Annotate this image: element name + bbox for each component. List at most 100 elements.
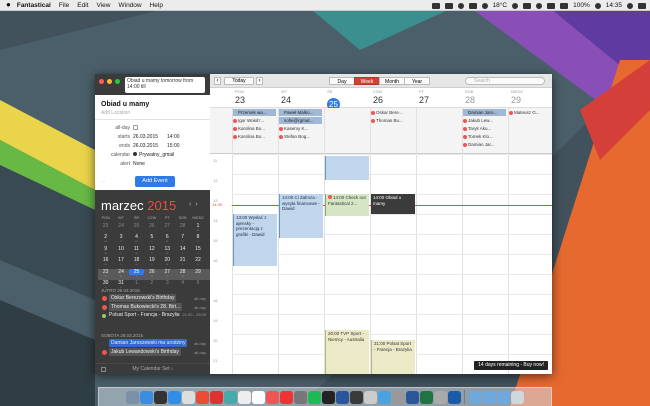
day-cell[interactable]: 17 • [113,257,128,268]
wifi-icon[interactable] [536,2,543,9]
day-cell[interactable]: 14 • [175,246,190,257]
popover-options-icon[interactable]: ⋯ [101,179,113,184]
calendar-event[interactable]: 20:00 TVP Sport - Niemcy - Australia [325,330,369,374]
calendar-event[interactable]: 14:00 Check out Fantastical 2... [325,194,369,216]
prev-month-button[interactable]: ‹ [189,201,191,208]
day-cell[interactable]: 6 •• [160,234,175,245]
fantastical-icon[interactable] [266,390,279,404]
calendar-event[interactable]: 21:00 Polsat Sport - Francja - Brazylia [371,340,415,374]
day-cell[interactable]: 22 • [190,257,205,268]
pocket-icon[interactable] [280,390,293,404]
day-cell[interactable]: 27 • [160,269,175,280]
day-cell[interactable]: 11 •• [129,246,144,257]
menu-app-name[interactable]: Fantastical [17,2,51,9]
spotify-icon[interactable] [308,390,321,404]
day-cell[interactable]: 23 [98,223,113,234]
1password-icon[interactable] [448,390,461,404]
calendar-select[interactable]: Prywatny_gmail [133,151,174,159]
toolbar-prev-button[interactable]: ‹ [214,77,221,85]
starts-date-field[interactable]: 26.03.2015 [133,133,158,141]
day-cell-today[interactable]: 25 • [128,268,145,280]
view-day-tab[interactable]: Day [329,77,355,85]
add-event-button[interactable]: Add Event [135,176,175,187]
day-cell[interactable]: 16 •• [98,257,113,268]
menu-file[interactable]: File [59,2,69,9]
calendar-event[interactable] [325,156,369,180]
dropbox-icon[interactable] [431,2,440,9]
day-cell[interactable]: 29 • [190,269,205,280]
utility-icon[interactable] [434,390,447,404]
view-week-tab[interactable]: Week [354,77,380,85]
day-cell[interactable]: 20 •• [160,257,175,268]
day-cell[interactable]: 13 •• [160,246,175,257]
day-cell[interactable]: 25 [129,223,144,234]
day-cell[interactable]: 19 • [144,257,159,268]
settings-icon[interactable] [101,367,106,372]
next-month-button[interactable]: › [195,201,197,208]
day-cell[interactable]: 10 • [113,246,128,257]
calendar-event[interactable]: 13:00 Wysłać z ajensky - prezentacją z g… [233,214,277,266]
system-preferences-icon[interactable] [392,390,405,404]
sync-icon[interactable] [457,2,464,9]
day-cell[interactable]: 9 •• [98,246,113,257]
terminal-icon[interactable] [322,390,335,404]
all-day-event[interactable]: Damian Jaro... [462,109,506,116]
day-cell[interactable]: 2 •• [98,234,113,245]
clock[interactable]: 14:35 [606,2,622,9]
slack-icon[interactable] [210,390,223,404]
starts-time-field[interactable]: 14:00 [167,133,180,141]
day-header-today[interactable]: ŚR 25 [324,89,368,111]
view-year-tab[interactable]: Year [404,77,430,85]
calendar-event[interactable]: 14:00 Ci Zalmza - wysyła finansowe - Daw… [279,194,323,238]
all-day-event[interactable]: Karolina Bo... [232,133,276,140]
day-cell[interactable]: 3 • [113,234,128,245]
all-day-event[interactable]: Jakub Lew... [462,117,506,124]
all-day-event[interactable]: Stefan Bog... [278,133,322,140]
launchpad-icon[interactable] [154,390,167,404]
day-cell[interactable]: 23 •• [98,269,113,280]
zoom-button[interactable] [115,79,120,84]
downloads-stack-icon[interactable] [469,390,482,404]
all-day-event[interactable]: sofie@rgmat... [278,117,322,124]
day-header[interactable]: SOB 28 [462,89,506,108]
ends-date-field[interactable]: 26.03.2015 [133,142,158,150]
day-cell[interactable]: 28 [175,223,190,234]
alert-select[interactable]: None [133,160,145,168]
day-cell[interactable]: 1 •• [190,223,205,234]
app-store-icon[interactable] [140,390,153,404]
day-cell[interactable]: 24 •• [113,269,128,280]
day-header[interactable]: NIEDZ 29 [508,89,552,108]
menu-window[interactable]: Window [118,2,141,9]
agenda-item[interactable]: Jakub Lewandowski's Birthday all-day [95,348,210,357]
view-month-tab[interactable]: Month [379,77,405,85]
spotlight-icon[interactable] [627,2,633,9]
day-cell[interactable]: 26 [144,223,159,234]
agenda-item[interactable]: Oskar Berezowski's Birthday all-day [95,294,210,303]
day-cell[interactable]: 27 [160,223,175,234]
calendar-app-icon[interactable] [252,390,265,404]
trash-icon[interactable] [511,390,524,404]
battery-percent[interactable]: 100% [573,2,590,9]
all-day-event[interactable]: Oskar Bere... [370,109,414,116]
menu-view[interactable]: View [97,2,111,9]
day-header[interactable]: CZW 26 [370,89,414,108]
all-day-event[interactable]: Damian Jar... [462,141,506,148]
excel-icon[interactable] [420,390,433,404]
all-day-event[interactable]: Mateusz G... [508,109,552,116]
temperature[interactable]: 18°C [493,2,508,9]
day-cell[interactable]: 7 • [175,234,190,245]
photoshop-icon[interactable] [336,390,349,404]
finder-icon[interactable] [126,390,139,404]
menu-edit[interactable]: Edit [77,2,88,9]
documents-stack-icon[interactable] [483,390,496,404]
agenda-item[interactable]: Thomas Bukowiecki's 28. Birt... all-day [95,303,210,312]
all-day-event[interactable]: Przemek wa... [232,109,276,116]
contacts-icon[interactable] [238,390,251,404]
all-day-event[interactable]: Thomas Bu... [370,117,414,124]
all-day-event[interactable]: Kasemy K... [278,125,322,132]
volume-icon[interactable] [547,2,556,9]
cloud-icon[interactable] [512,2,519,9]
applications-stack-icon[interactable] [497,390,510,404]
messages-icon[interactable] [294,390,307,404]
day-cell[interactable]: 18 •• [129,257,144,268]
